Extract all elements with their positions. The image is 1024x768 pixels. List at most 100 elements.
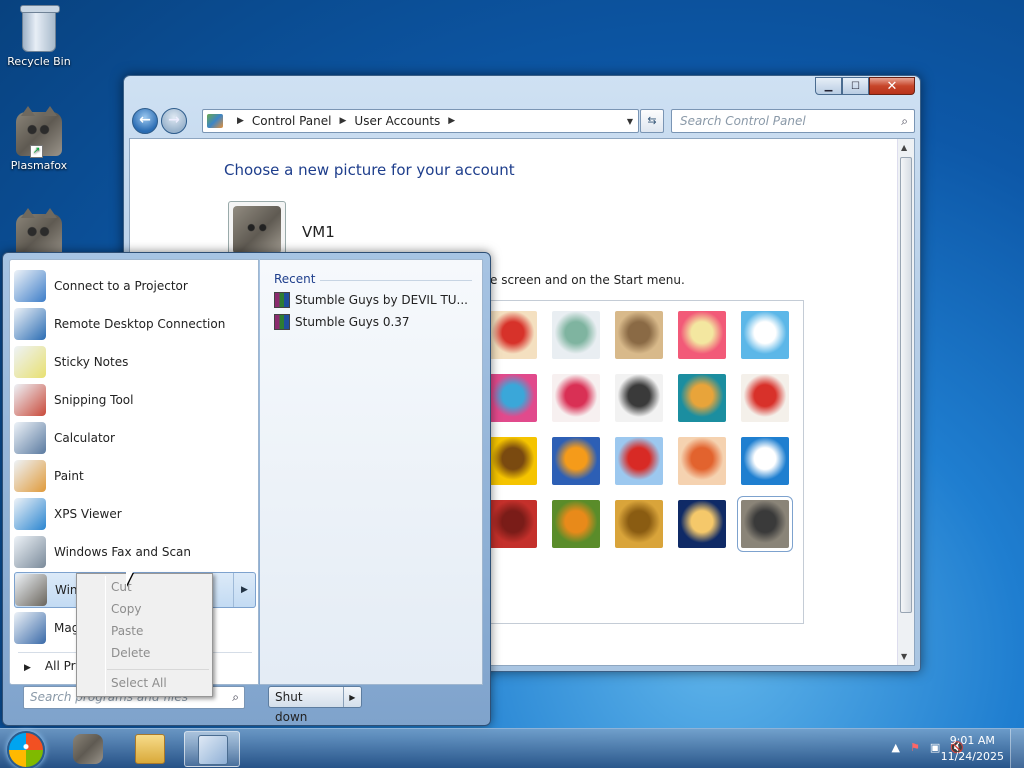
picture-option-fish[interactable] — [552, 437, 600, 485]
address-dropdown-icon[interactable]: ▼ — [622, 117, 638, 126]
taskbar-control-panel[interactable] — [184, 731, 240, 767]
menu-item-delete[interactable]: Delete — [111, 646, 150, 660]
close-button[interactable]: ✕ — [869, 77, 915, 95]
picture-option-basket[interactable] — [615, 500, 663, 548]
fax-icon — [14, 536, 46, 568]
breadcrumb-chevron-icon: ▶ — [237, 116, 244, 126]
maximize-button[interactable]: ☐ — [842, 77, 869, 95]
cat-icon — [15, 574, 47, 606]
mouse-cursor-icon — [126, 572, 138, 586]
clock-time: 9:01 AM — [949, 734, 995, 747]
submenu-arrow-icon[interactable]: ▶ — [233, 573, 255, 607]
recent-item[interactable]: Stumble Guys by DEVIL TU... — [274, 292, 468, 308]
context-menu: Cut Copy Paste Delete Select All — [76, 573, 213, 697]
start-item-label: Remote Desktop Connection — [54, 317, 226, 331]
description-text: e screen and on the Start menu. — [490, 273, 685, 287]
start-item-label: Sticky Notes — [54, 355, 129, 369]
desktop-icon-plasmafox[interactable]: ↗ Plasmafox — [1, 106, 77, 172]
picture-option-daruma[interactable] — [678, 437, 726, 485]
picture-option-sleeping-kitten[interactable] — [615, 311, 663, 359]
network-icon[interactable]: ▣ — [930, 741, 940, 754]
control-panel-icon — [207, 114, 223, 128]
picture-option-star-lantern[interactable] — [552, 374, 600, 422]
search-icon: ⌕ — [232, 690, 239, 704]
search-input[interactable]: Search Control Panel ⌕ — [671, 109, 915, 133]
start-item-paint[interactable]: Paint — [14, 458, 256, 494]
start-item-xps-viewer[interactable]: XPS Viewer — [14, 496, 256, 532]
taskbar-explorer[interactable] — [122, 731, 178, 767]
menu-item-copy[interactable]: Copy — [111, 602, 141, 616]
scroll-up-icon[interactable]: ▲ — [901, 143, 907, 152]
picture-option-lucky-cat[interactable] — [489, 311, 537, 359]
breadcrumb-chevron-icon: ▶ — [339, 116, 347, 126]
refresh-button[interactable]: ⇆ — [640, 109, 664, 133]
projector-icon — [14, 270, 46, 302]
minimize-button[interactable]: ▁ — [815, 77, 842, 95]
start-item-sticky-notes[interactable]: Sticky Notes — [14, 344, 256, 380]
all-programs[interactable]: ▶ All Pr — [24, 659, 76, 673]
vertical-scrollbar[interactable]: ▲ ▼ — [897, 139, 914, 665]
search-icon[interactable]: ⌕ — [901, 114, 908, 129]
scrollbar-thumb[interactable] — [900, 157, 912, 613]
shutdown-button[interactable]: Shut down ▶ — [268, 686, 362, 724]
forward-button[interactable]: → — [161, 108, 187, 134]
magnifier-icon — [14, 612, 46, 644]
picture-option-hot-air-balloon[interactable] — [615, 437, 663, 485]
sticky-notes-icon — [14, 346, 46, 378]
window-controls: ▁ ☐ ✕ — [815, 77, 915, 95]
start-item-calculator[interactable]: Calculator — [14, 420, 256, 456]
action-center-icon[interactable]: ⚑ — [910, 741, 920, 754]
cat-icon — [233, 206, 281, 254]
show-desktop-button[interactable] — [1010, 729, 1024, 768]
picture-option-stairs[interactable] — [678, 374, 726, 422]
picture-option-glass-ring[interactable] — [552, 311, 600, 359]
picture-option-sailboat[interactable] — [741, 437, 789, 485]
shutdown-label: Shut down — [269, 687, 344, 724]
show-hidden-icons-icon[interactable]: ▲ — [892, 741, 900, 754]
taskbar: ▲ ⚑ ▣ 🔇 9:01 AM 11/24/2025 — [0, 728, 1024, 768]
picture-option-pinwheel[interactable] — [741, 311, 789, 359]
picture-option-fabric[interactable] — [489, 500, 537, 548]
clock-date: 11/24/2025 — [940, 750, 1004, 763]
divider — [320, 280, 472, 281]
back-button[interactable]: ← — [132, 108, 158, 134]
xps-viewer-icon — [14, 498, 46, 530]
menu-item-select-all[interactable]: Select All — [111, 676, 167, 690]
account-name: VM1 — [302, 223, 335, 241]
start-item-label: Windows Fax and Scan — [54, 545, 192, 559]
start-item-snipping-tool[interactable]: Snipping Tool — [14, 382, 256, 418]
start-item-fax-scan[interactable]: Windows Fax and Scan — [14, 534, 256, 570]
start-item-label: Connect to a Projector — [54, 279, 188, 293]
breadcrumb-user-accounts[interactable]: User Accounts — [354, 114, 440, 128]
picture-option-lighthouse[interactable] — [678, 500, 726, 548]
winrar-archive-icon — [274, 314, 290, 330]
shutdown-options-arrow-icon[interactable]: ▶ — [344, 693, 361, 702]
picture-option-crayons[interactable] — [489, 374, 537, 422]
cat-icon: ↗ — [16, 106, 62, 158]
desktop-icon-label: Plasmafox — [10, 159, 68, 172]
start-item-remote-desktop[interactable]: Remote Desktop Connection — [14, 306, 256, 342]
picture-option-sunflower[interactable] — [489, 437, 537, 485]
play-arrow-icon: ▶ — [24, 663, 31, 673]
clock[interactable]: 9:01 AM 11/24/2025 — [941, 733, 1004, 765]
menu-item-paste[interactable]: Paste — [111, 624, 143, 638]
picture-option-jacks[interactable] — [615, 374, 663, 422]
search-placeholder: Search Control Panel — [680, 114, 806, 128]
picture-option-red-flower[interactable] — [678, 311, 726, 359]
desktop-icon-recycle-bin[interactable]: Recycle Bin — [1, 5, 77, 68]
start-item-label: Paint — [54, 469, 84, 483]
breadcrumb-control-panel[interactable]: Control Panel — [252, 114, 332, 128]
winrar-archive-icon — [274, 292, 290, 308]
start-item-projector[interactable]: Connect to a Projector — [14, 268, 256, 304]
picture-option-cat[interactable] — [737, 496, 793, 552]
scroll-down-icon[interactable]: ▼ — [901, 652, 907, 661]
taskbar-plasmafox[interactable] — [60, 731, 116, 767]
recent-item[interactable]: Stumble Guys 0.37 — [274, 314, 410, 330]
address-bar[interactable]: ▶ Control Panel ▶ User Accounts ▶ ▼ — [202, 109, 639, 133]
menu-separator — [107, 669, 209, 670]
cat-icon — [73, 734, 103, 764]
snipping-tool-icon — [14, 384, 46, 416]
picture-option-butterfly[interactable] — [552, 500, 600, 548]
picture-option-origami-crane[interactable] — [741, 374, 789, 422]
start-button[interactable] — [7, 731, 45, 768]
